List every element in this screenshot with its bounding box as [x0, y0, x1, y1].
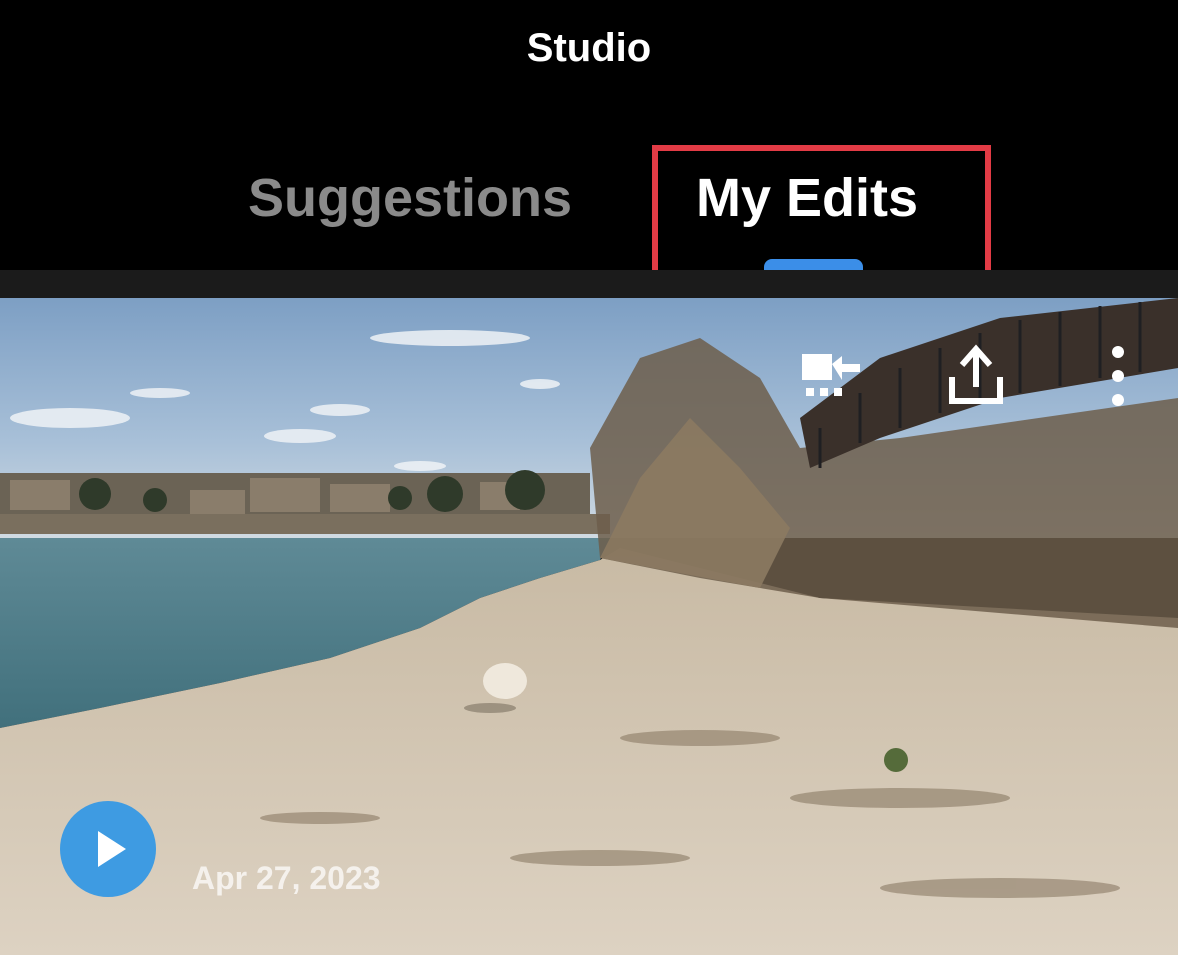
header-divider: [0, 270, 1178, 298]
page-title: Studio: [526, 26, 652, 70]
play-button[interactable]: [60, 801, 156, 897]
more-options-button[interactable]: [1102, 344, 1134, 412]
media-date: Apr 27, 2023: [192, 860, 381, 896]
tab-suggestions[interactable]: Suggestions: [248, 166, 572, 230]
send-to-editor-icon: [798, 348, 864, 409]
share-button[interactable]: [944, 343, 1008, 412]
more-vertical-icon: [1108, 344, 1128, 413]
tab-my-edits[interactable]: My Edits: [696, 166, 918, 230]
send-to-editor-button[interactable]: [796, 350, 866, 406]
play-icon: [98, 831, 126, 867]
share-icon: [946, 343, 1006, 412]
app-header: Studio Suggestions My Edits: [0, 0, 1178, 275]
